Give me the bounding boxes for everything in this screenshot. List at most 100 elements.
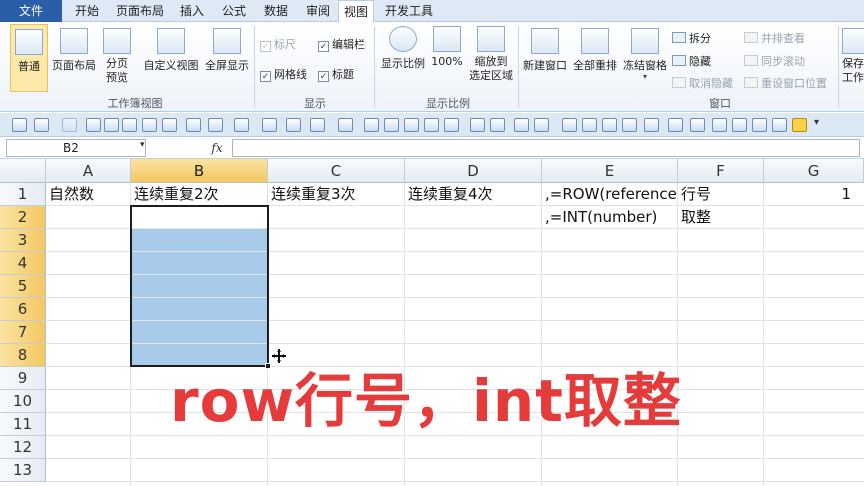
save-workspace-button[interactable]: 保存 工作 — [842, 28, 864, 85]
name-box-dropdown-icon[interactable]: ▾ — [140, 140, 145, 150]
column-insert-icon[interactable] — [622, 118, 637, 132]
merge-cells-icon[interactable] — [142, 118, 157, 132]
tab-insert[interactable]: 插入 — [172, 0, 212, 22]
zoom-button[interactable]: 显示比例 — [378, 26, 428, 71]
camera-small-icon[interactable] — [752, 118, 767, 132]
align-right-icon[interactable] — [122, 118, 137, 132]
custom-views-button[interactable]: 自定义视图 — [140, 28, 202, 73]
save-icon[interactable] — [12, 118, 27, 132]
copy-icon[interactable] — [490, 118, 505, 132]
row-header[interactable]: 7 — [0, 321, 46, 344]
tab-home[interactable]: 开始 — [66, 0, 108, 22]
row-header[interactable]: 4 — [0, 252, 46, 275]
column-header[interactable]: C — [268, 159, 405, 183]
formula-input[interactable] — [232, 139, 860, 157]
undo-icon[interactable] — [34, 118, 49, 132]
cell-E1[interactable]: ,=ROW(reference — [543, 183, 677, 206]
unhide-button[interactable]: 取消隐藏 — [672, 75, 733, 91]
full-screen-button[interactable]: 全屏显示 — [203, 28, 251, 73]
zoom-to-selection-button[interactable]: 缩放到 选定区域 — [466, 26, 516, 83]
tab-data[interactable]: 数据 — [256, 0, 296, 22]
filter-icon[interactable] — [668, 118, 683, 132]
page-break-preview-button[interactable]: 分页 预览 — [100, 28, 134, 85]
row-header[interactable]: 10 — [0, 390, 46, 413]
row-header[interactable]: 9 — [0, 367, 46, 390]
cell-F1[interactable]: 行号 — [679, 183, 763, 206]
normal-view-button[interactable]: 普通 — [10, 24, 48, 92]
textbox-icon[interactable] — [444, 118, 459, 132]
align-left-icon[interactable] — [86, 118, 101, 132]
column-header[interactable]: B — [131, 159, 268, 183]
row-header[interactable]: 11 — [0, 413, 46, 436]
headings-checkbox[interactable]: ✓ 标题 — [318, 66, 354, 82]
tab-view[interactable]: 视图 — [338, 0, 374, 23]
column-header[interactable]: F — [678, 159, 764, 183]
tab-file[interactable]: 文件 — [0, 0, 62, 22]
row-header[interactable]: 5 — [0, 275, 46, 298]
grid-small-icon[interactable] — [772, 118, 787, 132]
row-header[interactable]: 13 — [0, 459, 46, 482]
row-header[interactable]: 12 — [0, 436, 46, 459]
column-header[interactable]: D — [405, 159, 542, 183]
cell-B1[interactable]: 连续重复2次 — [132, 183, 267, 206]
link-icon[interactable] — [404, 118, 419, 132]
cell-D1[interactable]: 连续重复4次 — [406, 183, 541, 206]
paste-icon[interactable] — [470, 118, 485, 132]
column-header[interactable]: E — [542, 159, 678, 183]
tab-review[interactable]: 审阅 — [298, 0, 338, 22]
sort-icon[interactable] — [186, 118, 201, 132]
format-painter-icon[interactable] — [262, 118, 277, 132]
row-header[interactable]: 6 — [0, 298, 46, 321]
column-header[interactable]: A — [46, 159, 131, 183]
shape-icon[interactable] — [602, 118, 617, 132]
row-header[interactable]: 1 — [0, 183, 46, 206]
find-replace-icon[interactable] — [234, 118, 249, 132]
align-center-icon[interactable] — [104, 118, 119, 132]
wrap-text-icon[interactable] — [162, 118, 177, 132]
warning-icon[interactable] — [792, 118, 807, 132]
insert-function-icon[interactable]: fx — [205, 139, 229, 157]
tab-formulas[interactable]: 公式 — [214, 0, 254, 22]
page-layout-view-button[interactable]: 页面布局 — [50, 28, 98, 73]
outdent-icon[interactable] — [384, 118, 399, 132]
tab-page-layout[interactable]: 页面布局 — [110, 0, 170, 22]
line-icon[interactable] — [582, 118, 597, 132]
formula-bar-checkbox[interactable]: ✓ 编辑栏 — [318, 36, 365, 52]
sync-scroll-button[interactable]: 同步滚动 — [744, 53, 805, 69]
split-button[interactable]: 拆分 — [672, 30, 711, 46]
cell-F2[interactable]: 取整 — [679, 206, 763, 229]
grid-icon[interactable] — [514, 118, 529, 132]
camera-icon[interactable] — [562, 118, 577, 132]
select-all-corner[interactable] — [0, 159, 46, 183]
zoom-100-button[interactable]: 100% — [430, 26, 464, 68]
symbol-icon[interactable] — [424, 118, 439, 132]
row-header[interactable]: 3 — [0, 229, 46, 252]
column-header[interactable]: G — [764, 159, 864, 183]
insert-row-icon[interactable] — [286, 118, 301, 132]
hide-button[interactable]: 隐藏 — [672, 53, 711, 69]
delete-row-icon[interactable] — [310, 118, 325, 132]
customize-dropdown-icon[interactable]: ▾ — [814, 117, 819, 128]
tab-developer[interactable]: 开发工具 — [378, 0, 440, 22]
row-header[interactable]: 8 — [0, 344, 46, 367]
gridlines-checkbox[interactable]: ✓ 网格线 — [260, 66, 307, 82]
reset-window-position-button[interactable]: 重设窗口位置 — [744, 75, 827, 91]
function-icon[interactable] — [690, 118, 705, 132]
cell-G1[interactable]: 1 — [765, 183, 851, 206]
row-header[interactable]: 2 — [0, 206, 46, 229]
view-side-by-side-button[interactable]: 并排查看 — [744, 30, 805, 46]
name-box[interactable]: B2 — [6, 139, 146, 157]
redo-icon[interactable] — [62, 118, 77, 132]
new-window-button[interactable]: 新建窗口 — [520, 28, 570, 73]
table-icon[interactable] — [338, 118, 353, 132]
cell-A1[interactable]: 自然数 — [47, 183, 130, 206]
cell-E2[interactable]: ,=INT(number) — [543, 206, 677, 229]
freeze-panes-button[interactable]: 冻结窗格 ▾ — [620, 28, 670, 81]
ruler-checkbox[interactable]: ✓ 标尺 — [260, 36, 296, 52]
font-color-icon[interactable] — [208, 118, 223, 132]
picture-icon[interactable] — [712, 118, 727, 132]
arrange-all-button[interactable]: 全部重排 — [570, 28, 620, 73]
indent-icon[interactable] — [364, 118, 379, 132]
chart-icon[interactable] — [534, 118, 549, 132]
column-delete-icon[interactable] — [644, 118, 659, 132]
